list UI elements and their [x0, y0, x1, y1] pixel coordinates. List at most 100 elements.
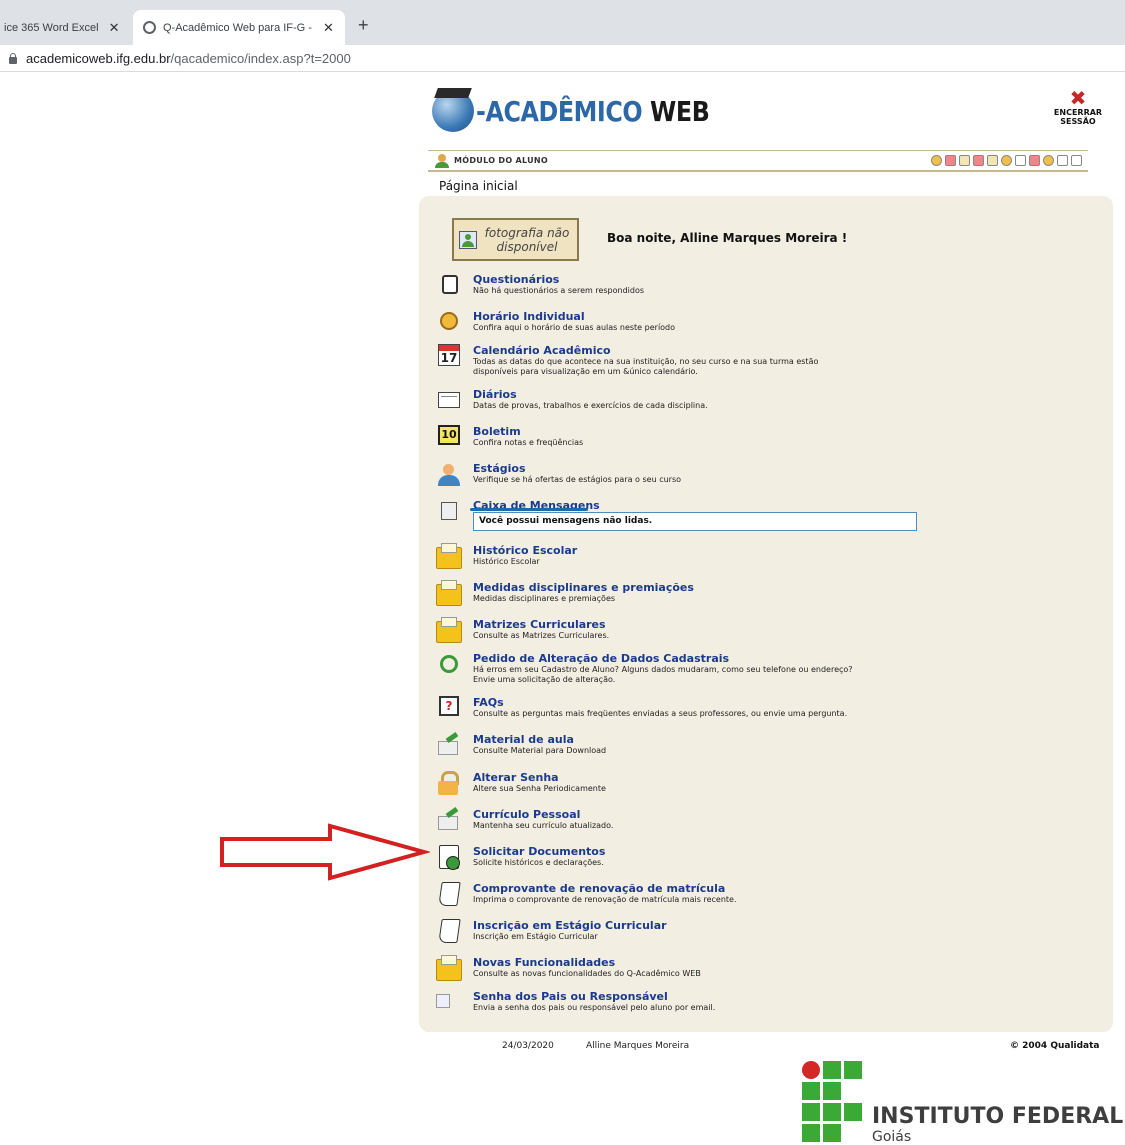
tab-title: Q-Acadêmico Web para IF-G - Be [163, 21, 313, 34]
menu-item-desc: Solicite históricos e declarações. [473, 858, 604, 867]
folder-icon [436, 580, 462, 606]
page-icon[interactable] [1015, 155, 1026, 166]
menu-item-title[interactable]: Senha dos Pais ou Responsável [473, 990, 668, 1003]
folder-icon [436, 617, 462, 643]
clock-icon[interactable] [931, 155, 942, 166]
menu-item-desc: Todas as datas do que acontece na sua in… [473, 357, 1093, 377]
menu-item-title[interactable]: Material de aula [473, 733, 574, 746]
menu-item-desc: Inscrição em Estágio Curricular [473, 932, 598, 941]
toolbar [931, 155, 1082, 166]
photo-text-line2: disponível [496, 239, 558, 254]
menu-item-desc: Há erros em seu Cadastro de Aluno? Algun… [473, 665, 1093, 685]
folder-icon [436, 543, 462, 569]
menu-item-desc: Datas de provas, trabalhos e exercícios … [473, 401, 708, 410]
diary-icon[interactable] [959, 155, 970, 166]
annotation-arrow-icon [220, 823, 430, 881]
menu-item-desc: Imprima o comprovante de renovação de ma… [473, 895, 737, 904]
menu-item-title[interactable]: Alterar Senha [473, 771, 559, 784]
menu-item-desc: Verifique se há ofertas de estágios para… [473, 475, 682, 484]
menu-item-desc: Consulte as perguntas mais freqüentes en… [473, 709, 848, 718]
menu-item-title[interactable]: Solicitar Documentos [473, 845, 605, 858]
blank-page-icon [438, 919, 461, 943]
menu-item-title[interactable]: Boletim [473, 425, 521, 438]
module-label: MÓDULO DO ALUNO [454, 156, 549, 165]
module-bar: MÓDULO DO ALUNO [428, 150, 1088, 172]
clock-icon[interactable] [1001, 155, 1012, 166]
institution-name: INSTITUTO FEDERAL [872, 1104, 1124, 1129]
menu-item-desc: Confira aqui o horário de suas aulas nes… [473, 323, 676, 332]
desc-line: Envie uma solicitação de alteração. [473, 675, 616, 684]
padlock-icon [436, 771, 462, 797]
close-icon[interactable]: ✕ [109, 20, 120, 36]
menu-item-title[interactable]: Histórico Escolar [473, 544, 577, 557]
browser-tab-office[interactable]: ice 365 Word Excel ✕ [0, 10, 130, 45]
menu-item-title[interactable]: Matrizes Curriculares [473, 618, 606, 631]
photo-text-line1: fotografia não [484, 225, 570, 240]
lock-icon [8, 52, 18, 64]
menu-item-title[interactable]: Diários [473, 388, 517, 401]
logo-text: -ACADÊMICO [476, 94, 643, 128]
tab-title: ice 365 Word Excel [4, 21, 99, 34]
desc-line: disponíveis para visualização em um &úni… [473, 367, 698, 376]
calendar-icon[interactable] [945, 155, 956, 166]
faq-icon[interactable] [1029, 155, 1040, 166]
menu-item-title[interactable]: FAQs [473, 696, 504, 709]
menu-item-desc: Altere sua Senha Periodicamente [473, 784, 606, 793]
menu-item-desc: Medidas disciplinares e premiações [473, 594, 616, 603]
grade-report-icon: 10 [438, 425, 460, 445]
close-icon[interactable]: ✕ [323, 20, 334, 36]
menu-item-title[interactable]: Calendário Acadêmico [473, 344, 611, 357]
menu-item-title[interactable]: Medidas disciplinares e premiações [473, 581, 694, 594]
new-tab-button[interactable]: + [358, 15, 369, 36]
user-icon [434, 153, 450, 168]
graduation-cap-icon [432, 90, 474, 132]
menu-item-title[interactable]: Comprovante de renovação de matrícula [473, 882, 725, 895]
globe-icon [143, 21, 156, 34]
menu-item-title[interactable]: Novas Funcionalidades [473, 956, 615, 969]
intern-person-icon [436, 462, 460, 488]
url-host: academicoweb.ifg.edu.br [26, 50, 171, 66]
desc-line: Todas as datas do que acontece na sua in… [473, 357, 819, 366]
browser-tab-bar: ice 365 Word Excel ✕ Q-Acadêmico Web par… [0, 0, 1125, 45]
document-pen-icon [436, 808, 460, 834]
report-icon[interactable] [973, 155, 984, 166]
update-data-icon [440, 655, 458, 673]
logo-text-web: WEB [650, 94, 710, 128]
menu-item-desc: Não há questionários a serem respondidos [473, 286, 645, 295]
page-title: Página inicial [439, 179, 518, 193]
menu-item-desc: Histórico Escolar [473, 557, 540, 566]
internship-icon[interactable] [987, 155, 998, 166]
red-circle-icon [802, 1061, 820, 1079]
menu-item-title[interactable]: Inscrição em Estágio Curricular [473, 919, 667, 932]
page-icon[interactable] [1057, 155, 1068, 166]
document-clock-icon [439, 845, 460, 870]
profile-photo-placeholder: fotografia não disponível [452, 218, 579, 261]
message-box-icon [441, 502, 457, 520]
address-bar[interactable]: academicoweb.ifg.edu.br/qacademico/index… [0, 45, 1125, 72]
menu-item-desc: Envia a senha dos pais ou responsável pe… [473, 1003, 716, 1012]
menu-item-desc: Consulte Material para Download [473, 746, 607, 755]
logout-button[interactable]: ✖ ENCERRAR SESSÃO [1052, 88, 1104, 126]
instituto-federal-logo: INSTITUTO FEDERAL Goiás [802, 1061, 1123, 1145]
url-path: /qacademico/index.asp?t=2000 [170, 50, 351, 66]
menu-item-desc: Consulte as Matrizes Curriculares. [473, 631, 610, 640]
browser-tab-qacademico[interactable]: Q-Acadêmico Web para IF-G - Be ✕ [133, 10, 345, 45]
menu-item-desc: Mantenha seu currículo atualizado. [473, 821, 614, 830]
footer-date: 24/03/2020 [502, 1041, 554, 1051]
close-icon: ✖ [1069, 86, 1087, 110]
unread-messages-notice[interactable]: Você possui mensagens não lidas. [473, 512, 917, 531]
page-icon[interactable] [1071, 155, 1082, 166]
footer-user-name: Alline Marques Moreira [586, 1041, 690, 1051]
menu-item-title[interactable]: Questionários [473, 273, 559, 286]
menu-item-title[interactable]: Currículo Pessoal [473, 808, 580, 821]
menu-item-title[interactable]: Horário Individual [473, 310, 585, 323]
diary-icon [438, 392, 460, 408]
menu-item-title[interactable]: Estágios [473, 462, 526, 475]
faq-icon: ? [439, 696, 459, 716]
menu-item-desc: Confira notas e freqüências [473, 438, 584, 447]
qacademico-logo: -ACADÊMICO WEB [432, 88, 751, 134]
menu-item-title[interactable]: Pedido de Alteração de Dados Cadastrais [473, 652, 729, 665]
lock-icon[interactable] [1043, 155, 1054, 166]
folder-icon [436, 955, 462, 981]
broken-image-icon [436, 994, 450, 1008]
